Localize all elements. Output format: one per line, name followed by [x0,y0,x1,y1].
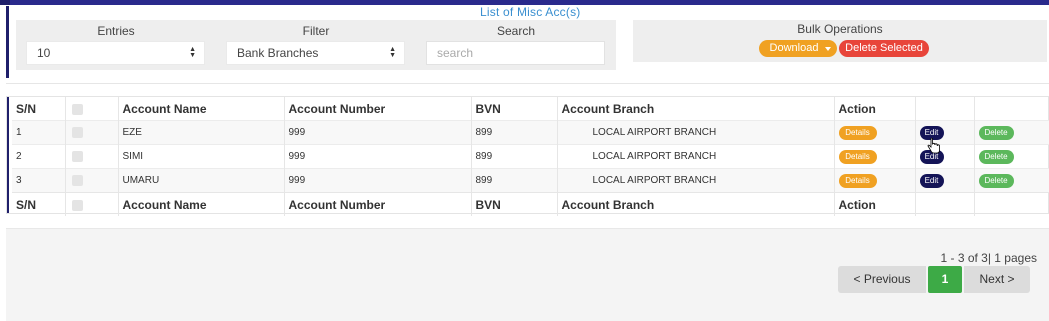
search-label: Search [496,24,536,38]
header-blank-2 [974,97,1049,121]
row-bvn: 899 [471,120,558,145]
footer-account-name: Account Name [118,192,285,216]
edit-button[interactable]: Edit [919,173,944,188]
entries-group: Entries [26,20,206,40]
accounts-table: S/N Account Name Account Number BVN Acco… [6,96,1049,216]
footer-account-number: Account Number [284,192,472,216]
left-accent-bar [6,6,9,78]
delete-button[interactable]: Delete [978,149,1014,164]
row-checkbox[interactable] [71,150,83,162]
footer-bvn: BVN [471,192,558,216]
row-bvn: 899 [471,168,558,193]
bulk-operations-label: Bulk Operations [797,22,883,36]
previous-page-button[interactable]: < Previous [838,266,926,293]
entries-select[interactable]: 10 ▲ ▼ [26,41,205,65]
row-account-number: 999 [284,144,472,169]
search-field[interactable] [426,41,605,65]
row-account-branch: LOCAL AIRPORT BRANCH [557,144,835,169]
select-all-checkbox[interactable] [71,103,83,115]
search-group: Search [426,20,606,40]
download-button-label: Download [769,42,819,54]
search-input[interactable] [437,43,604,63]
footer-sn: S/N [12,192,66,216]
table-row: 3 UMARU 999 899 LOCAL AIRPORT BRANCH Det… [12,168,1049,193]
details-button[interactable]: Details [838,173,877,188]
row-sn: 3 [12,168,66,193]
page-title: List of Misc Acc(s) [480,5,581,19]
filter-label: Filter [302,24,330,38]
table-row: 2 SIMI 999 899 LOCAL AIRPORT BRANCH Deta… [12,144,1049,169]
caret-down-icon [825,47,831,51]
row-delete-cell: Delete [974,120,1049,145]
filter-group: Filter [226,20,406,40]
footer-blank-1 [915,192,975,216]
row-sn: 2 [12,144,66,169]
filter-select-value: Bank Branches [237,46,319,60]
row-checkbox[interactable] [71,126,83,138]
row-account-branch: LOCAL AIRPORT BRANCH [557,168,835,193]
details-button[interactable]: Details [838,125,877,140]
next-page-button[interactable]: Next > [964,266,1030,293]
header-action: Action [834,97,916,121]
row-edit-cell: Edit [915,144,975,169]
entries-label: Entries [97,24,135,38]
delete-button[interactable]: Delete [978,125,1014,140]
row-edit-cell: Edit [915,120,975,145]
entries-select-value: 10 [37,46,51,60]
header-sn: S/N [12,97,66,121]
header-account-name: Account Name [118,97,285,121]
section-divider [6,83,1049,84]
row-details-cell: Details [834,168,916,193]
select-arrows-icon: ▲ ▼ [189,46,196,59]
select-all-checkbox[interactable] [71,199,83,211]
details-button[interactable]: Details [838,149,877,164]
header-account-branch: Account Branch [557,97,835,121]
filter-select[interactable]: Bank Branches ▲ ▼ [226,41,405,65]
accounts-table-grid: S/N Account Name Account Number BVN Acco… [12,97,1049,216]
filter-panel: Entries 10 ▲ ▼ Filter Bank Branches ▲ ▼ Se… [16,20,616,70]
table-header-row: S/N Account Name Account Number BVN Acco… [12,97,1049,121]
row-edit-cell: Edit [915,168,975,193]
footer-select [65,192,119,216]
row-details-cell: Details [834,144,916,169]
row-select-cell [65,120,119,145]
row-select-cell [65,168,119,193]
row-delete-cell: Delete [974,144,1049,169]
download-button[interactable]: Download [759,40,837,57]
pagination-panel: 1 - 3 of 3| 1 pages < Previous 1 Next > [6,228,1049,321]
row-account-number: 999 [284,168,472,193]
row-account-number: 999 [284,120,472,145]
row-checkbox[interactable] [71,174,83,186]
row-account-name: EZE [118,120,285,145]
row-sn: 1 [12,120,66,145]
delete-selected-button[interactable]: Delete Selected [839,40,929,57]
header-blank-1 [915,97,975,121]
page-1-button[interactable]: 1 [928,266,962,293]
select-arrows-icon: ▲ ▼ [389,46,396,59]
row-account-branch: LOCAL AIRPORT BRANCH [557,120,835,145]
bulk-operations-panel: Bulk Operations Download Delete Selected [633,20,1047,62]
row-select-cell [65,144,119,169]
row-bvn: 899 [471,144,558,169]
table-footer-row: S/N Account Name Account Number BVN Acco… [12,192,1049,216]
delete-button[interactable]: Delete [978,173,1014,188]
page-summary: 1 - 3 of 3| 1 pages [940,251,1037,265]
footer-action: Action [834,192,916,216]
footer-account-branch: Account Branch [557,192,835,216]
header-select [65,97,119,121]
row-details-cell: Details [834,120,916,145]
row-account-name: UMARU [118,168,285,193]
header-account-number: Account Number [284,97,472,121]
row-delete-cell: Delete [974,168,1049,193]
hand-pointer-icon [927,138,940,154]
footer-blank-2 [974,192,1049,216]
header-bvn: BVN [471,97,558,121]
row-account-name: SIMI [118,144,285,169]
table-row: 1 EZE 999 899 LOCAL AIRPORT BRANCH Detai… [12,120,1049,145]
